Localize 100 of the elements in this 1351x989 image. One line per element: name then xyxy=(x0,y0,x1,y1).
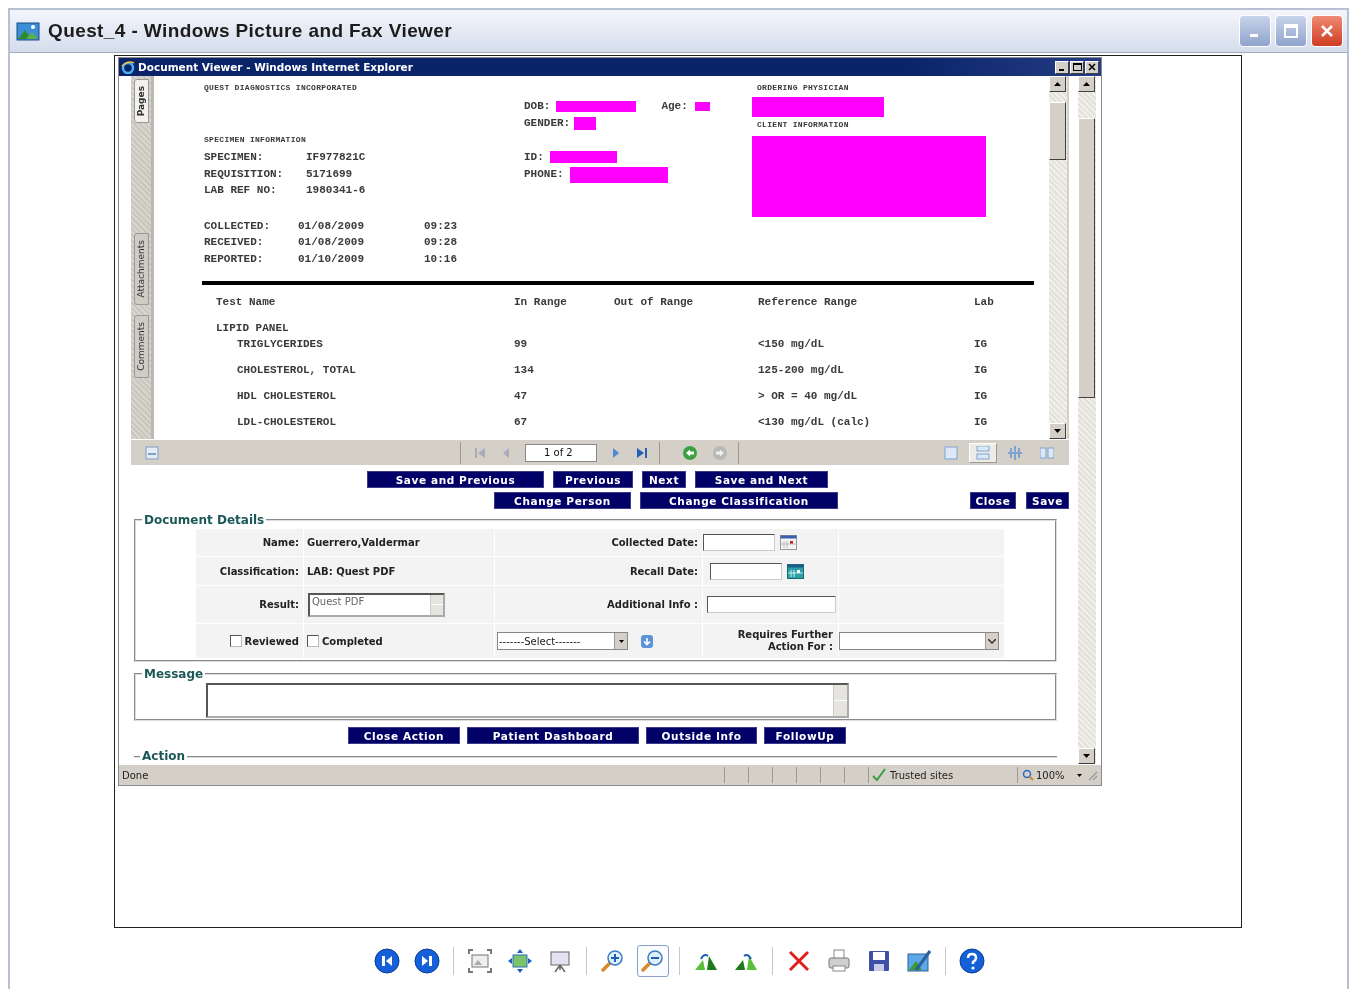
reference-range: <130 mg/dL (calc) xyxy=(758,415,872,430)
side-tab[interactable]: Comments xyxy=(133,314,149,378)
reference-range: > OR = 40 mg/dL xyxy=(758,389,859,404)
calendar-icon[interactable] xyxy=(780,535,797,550)
date-field[interactable] xyxy=(710,562,782,580)
action-button[interactable]: Close Action xyxy=(348,727,460,744)
dropdown-arrow-icon[interactable] xyxy=(1077,773,1082,777)
select-dropdown[interactable]: -------Select------- xyxy=(497,632,628,650)
action-button[interactable]: FollowUp xyxy=(764,727,846,744)
checkbox[interactable] xyxy=(229,635,242,647)
lab-code: IG xyxy=(974,389,989,404)
page-number-field[interactable]: 1 of 2 xyxy=(525,443,597,462)
column-header: Out of Range xyxy=(614,295,695,310)
result-field[interactable]: Quest PDF xyxy=(308,592,445,617)
action-button[interactable]: Save xyxy=(1026,492,1069,509)
message-field[interactable] xyxy=(206,683,849,718)
action-button[interactable]: Patient Dashboard xyxy=(467,727,639,744)
column-header: In Range xyxy=(514,295,568,310)
section-heading: ORDERING PHYSICIAN xyxy=(757,82,850,94)
lab-name: QUEST DIAGNOSTICS INCORPORATED xyxy=(204,82,359,94)
field-label: Requires Further Action For : xyxy=(736,629,834,653)
action-button[interactable]: Previous xyxy=(553,471,633,488)
status-text: Done xyxy=(121,769,150,781)
browser-logo-icon xyxy=(121,60,135,74)
field-label: RECEIVED: xyxy=(204,235,265,250)
test-name: HDL CHOLESTEROL xyxy=(236,389,338,404)
action-button[interactable]: Change Person xyxy=(494,492,631,509)
section-heading: SPECIMEN INFORMATION xyxy=(204,134,307,146)
field-label: GENDER: xyxy=(524,115,571,131)
reference-range: <150 mg/dL xyxy=(758,337,825,352)
field-value: Guerrero,Valdermar xyxy=(307,537,420,548)
reference-range: 125-200 mg/dL xyxy=(758,363,845,378)
action-button[interactable]: Change Classification xyxy=(640,492,838,509)
redaction-block xyxy=(574,116,597,130)
redaction-block xyxy=(549,151,617,163)
time-value: 10:16 xyxy=(424,251,457,267)
side-tab[interactable]: Attachments xyxy=(133,233,149,305)
field-label: COLLECTED: xyxy=(204,218,271,234)
zoom-icon[interactable] xyxy=(1022,769,1034,781)
test-name: LDL-CHOLESTEROL xyxy=(236,415,338,430)
window-title: Quest_4 - Windows Picture and Fax Viewer xyxy=(48,20,454,42)
last-page-icon[interactable] xyxy=(635,445,649,460)
column-header: Lab xyxy=(974,295,995,310)
result-value: 47 xyxy=(514,389,529,404)
column-header: Reference Range xyxy=(758,295,859,310)
download-arrow-icon[interactable] xyxy=(641,634,653,648)
action-button[interactable]: Save and Next xyxy=(695,471,828,488)
field-label: Recall Date: xyxy=(629,565,698,577)
field-label: Collected Date: xyxy=(611,537,698,548)
checkmark-icon xyxy=(872,768,886,782)
lab-code: IG xyxy=(974,337,989,352)
date-field[interactable] xyxy=(703,534,775,551)
date-value: 01/08/2009 xyxy=(298,218,365,234)
zoom-level[interactable]: 100% xyxy=(1036,769,1065,781)
result-value: 134 xyxy=(514,363,535,378)
side-tab[interactable]: Pages xyxy=(133,79,149,124)
browser-title: Document Viewer - Windows Internet Explorer xyxy=(138,61,414,73)
checkbox-label: Reviewed xyxy=(244,635,299,647)
scrollbar-thumb[interactable] xyxy=(1049,102,1066,160)
redaction-block xyxy=(694,102,710,111)
section-title: Document Details xyxy=(143,513,266,527)
test-name: CHOLESTEROL, TOTAL xyxy=(236,363,357,378)
field-label: LAB REF NO: xyxy=(204,183,278,198)
action-button[interactable]: Next xyxy=(642,471,686,488)
security-zone: Trusted sites xyxy=(890,769,954,781)
input-field[interactable] xyxy=(707,596,836,613)
result-value: 99 xyxy=(514,337,529,352)
test-name: TRIGLYCERIDES xyxy=(236,337,324,352)
lab-code: IG xyxy=(974,363,989,378)
field-label: Classification: xyxy=(219,565,299,577)
field-value: 5171699 xyxy=(306,166,353,182)
resize-grip-icon[interactable] xyxy=(1086,769,1098,781)
action-button[interactable]: Close xyxy=(970,492,1016,509)
spin-buttons[interactable] xyxy=(430,594,443,615)
dropdown-arrow-icon[interactable] xyxy=(618,639,624,643)
calendar-icon[interactable] xyxy=(787,563,804,579)
column-header: Test Name xyxy=(216,295,277,310)
section-heading: CLIENT INFORMATION xyxy=(757,119,850,131)
view-mode-button[interactable] xyxy=(969,442,997,463)
field-label: Age: xyxy=(661,99,688,114)
field-value: 1980341-6 xyxy=(306,183,366,198)
field-label: DOB: xyxy=(524,99,551,114)
field-label: REPORTED: xyxy=(204,251,265,267)
action-button[interactable]: Outside Info xyxy=(646,727,757,744)
checkbox[interactable] xyxy=(307,635,319,647)
date-value: 01/08/2009 xyxy=(298,235,365,250)
section-title: Message xyxy=(143,667,205,681)
date-value: 01/10/2009 xyxy=(298,251,365,267)
field-value: IF977821C xyxy=(306,150,366,165)
lab-code: IG xyxy=(974,415,989,430)
field-label: PHONE: xyxy=(524,166,564,182)
section-title: Action xyxy=(141,750,187,763)
field-label: SPECIMEN: xyxy=(204,150,265,165)
panel-name: LIPID PANEL xyxy=(216,321,290,336)
field-label: REQUISITION: xyxy=(204,166,285,182)
panel-toggle-icon[interactable] xyxy=(145,445,159,460)
action-button[interactable]: Save and Previous xyxy=(367,471,544,488)
checkbox-label: Completed xyxy=(322,635,383,647)
field-label: Name: xyxy=(262,537,299,548)
scrollbar-thumb[interactable] xyxy=(1078,118,1095,398)
